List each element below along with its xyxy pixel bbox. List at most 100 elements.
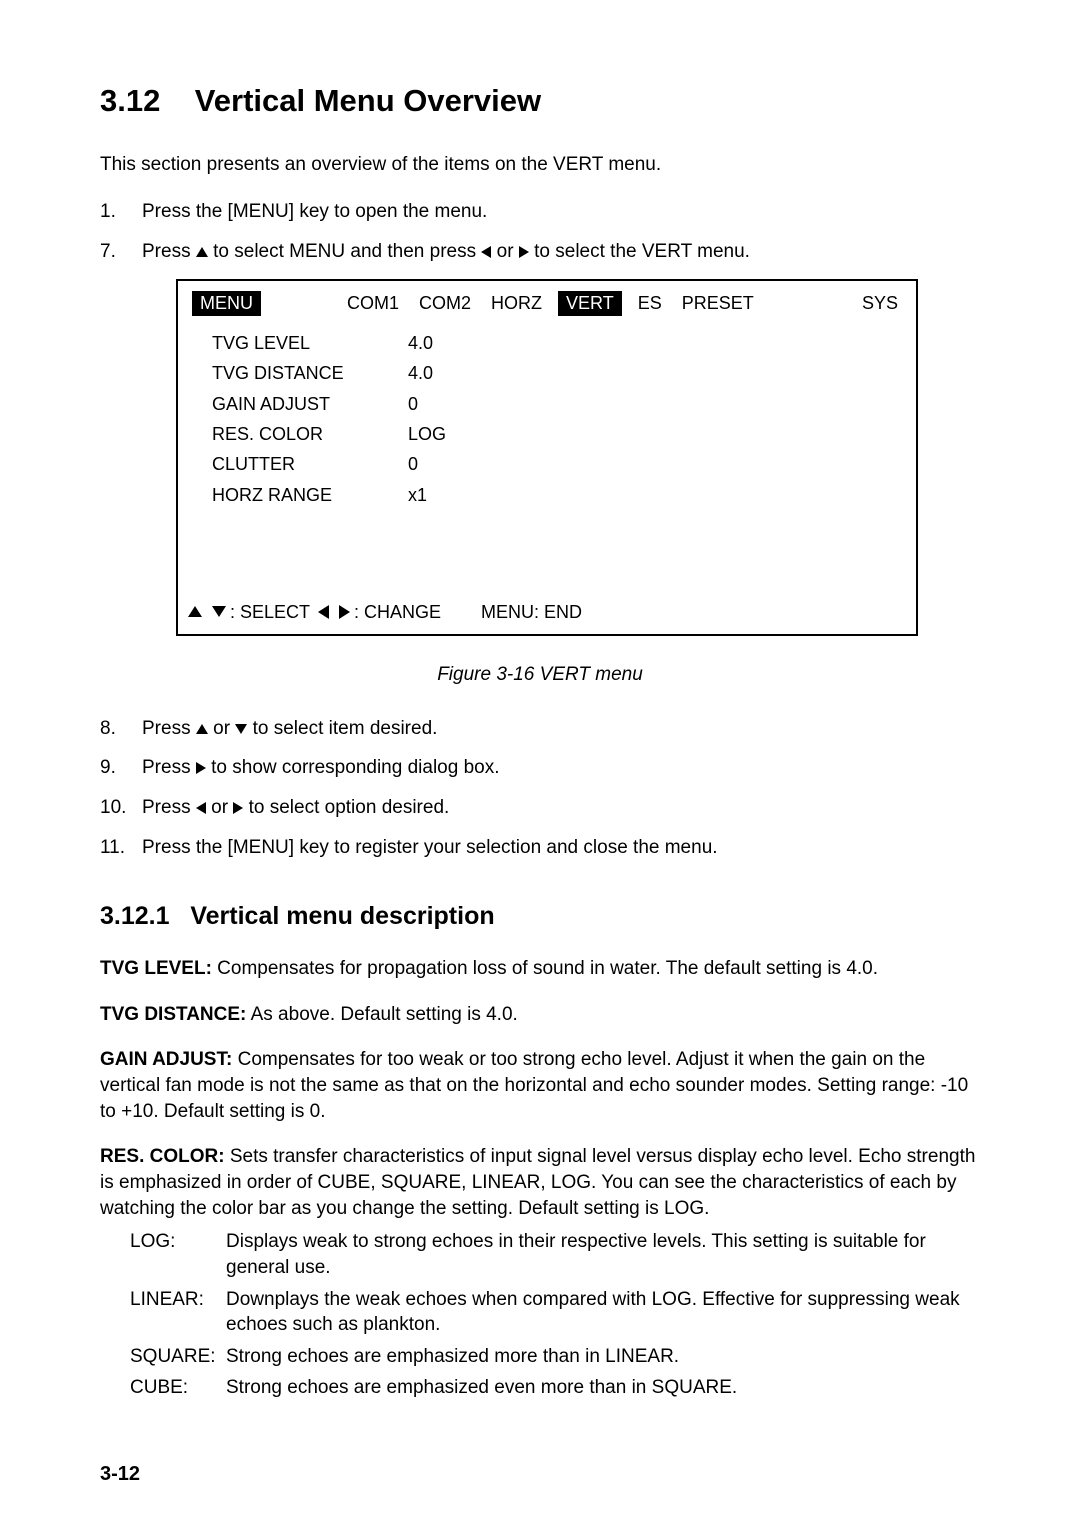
menu-item-label: TVG DISTANCE <box>192 361 408 385</box>
step-11: 11. Press the [MENU] key to register you… <box>100 835 980 861</box>
menu-footer: : SELECT : CHANGE MENU: END <box>178 594 916 634</box>
step-number: 8. <box>100 716 128 742</box>
def-term: RES. COLOR: <box>100 1146 225 1167</box>
step-7: 7. Press to select MENU and then press o… <box>100 239 980 265</box>
up-arrow-icon <box>196 724 208 734</box>
def-gain-adjust: GAIN ADJUST: Compensates for too weak or… <box>100 1047 980 1124</box>
steps-list-1: 1. Press the [MENU] key to open the menu… <box>100 199 980 264</box>
section-title: Vertical Menu Overview <box>195 83 541 118</box>
steps-list-2: 8. Press or to select item desired. 9. P… <box>100 716 980 861</box>
def-term: TVG LEVEL: <box>100 958 212 979</box>
menu-item-value: 4.0 <box>408 331 433 355</box>
step-number: 11. <box>100 835 128 861</box>
option-key: LOG: <box>130 1229 226 1280</box>
text-fragment: or <box>211 797 233 818</box>
def-text: As above. Default setting is 4.0. <box>246 1004 517 1025</box>
footer-change-label: : CHANGE <box>354 600 441 624</box>
subsection-title: Vertical menu description <box>190 902 494 930</box>
text-fragment: Press <box>142 241 196 262</box>
step-text: Press the [MENU] key to register your se… <box>142 835 980 861</box>
menu-item-value: LOG <box>408 422 446 446</box>
left-arrow-icon <box>481 246 491 258</box>
menu-tab-horz: HORZ <box>487 291 546 315</box>
down-arrow-icon <box>235 724 247 734</box>
menu-figure: MENU COM1 COM2 HORZ VERT ES PRESET SYS T… <box>176 279 918 636</box>
option-text: Displays weak to strong echoes in their … <box>226 1229 980 1280</box>
menu-item-tvg-distance: TVG DISTANCE 4.0 <box>192 358 902 388</box>
step-text: Press the [MENU] key to open the menu. <box>142 199 980 225</box>
option-key: LINEAR: <box>130 1287 226 1338</box>
step-1: 1. Press the [MENU] key to open the menu… <box>100 199 980 225</box>
def-res-color: RES. COLOR: Sets transfer characteristic… <box>100 1144 980 1221</box>
menu-tab-com2: COM2 <box>415 291 475 315</box>
menu-tab-vert: VERT <box>558 291 622 316</box>
figure-caption: Figure 3-16 VERT menu <box>100 662 980 688</box>
section-heading: 3.12 Vertical Menu Overview <box>100 80 980 122</box>
menu-tabs: MENU COM1 COM2 HORZ VERT ES PRESET SYS <box>178 281 916 322</box>
step-number: 9. <box>100 755 128 781</box>
menu-item-value: 0 <box>408 392 418 416</box>
down-arrow-icon <box>212 606 226 617</box>
text-fragment: Press <box>142 797 196 818</box>
menu-tab-menu: MENU <box>192 291 261 316</box>
menu-item-res-color: RES. COLOR LOG <box>192 419 902 449</box>
res-color-options: LOG: Displays weak to strong echoes in t… <box>130 1229 980 1401</box>
subsection-number: 3.12.1 <box>100 902 170 930</box>
res-color-square: SQUARE: Strong echoes are emphasized mor… <box>130 1344 980 1370</box>
up-arrow-icon <box>196 247 208 257</box>
menu-tab-com1: COM1 <box>343 291 403 315</box>
text-fragment: to select MENU and then press <box>213 241 481 262</box>
menu-tab-sys: SYS <box>858 291 902 315</box>
menu-item-label: RES. COLOR <box>192 422 408 446</box>
step-text: Press to select MENU and then press or t… <box>142 239 980 265</box>
menu-item-tvg-level: TVG LEVEL 4.0 <box>192 328 902 358</box>
subsection-heading: 3.12.1 Vertical menu description <box>100 900 980 934</box>
text-fragment: to show corresponding dialog box. <box>211 757 499 778</box>
text-fragment: to select the VERT menu. <box>534 241 750 262</box>
res-color-cube: CUBE: Strong echoes are emphasized even … <box>130 1375 980 1401</box>
definitions: TVG LEVEL: Compensates for propagation l… <box>100 956 980 1401</box>
text-fragment: or <box>213 718 235 739</box>
section-intro: This section presents an overview of the… <box>100 152 980 178</box>
menu-body: TVG LEVEL 4.0 TVG DISTANCE 4.0 GAIN ADJU… <box>178 322 916 594</box>
option-key: CUBE: <box>130 1375 226 1401</box>
footer-select-label: : SELECT <box>230 600 310 624</box>
footer-end-label: MENU: END <box>481 600 582 624</box>
def-term: GAIN ADJUST: <box>100 1049 232 1070</box>
option-text: Strong echoes are emphasized more than i… <box>226 1344 980 1370</box>
res-color-log: LOG: Displays weak to strong echoes in t… <box>130 1229 980 1280</box>
right-arrow-icon <box>196 762 206 774</box>
text-fragment: Press <box>142 757 196 778</box>
menu-empty-space <box>192 510 902 580</box>
menu-tab-es: ES <box>634 291 666 315</box>
option-key: SQUARE: <box>130 1344 226 1370</box>
right-arrow-icon <box>233 802 243 814</box>
option-text: Strong echoes are emphasized even more t… <box>226 1375 980 1401</box>
text-fragment: or <box>497 241 519 262</box>
menu-item-horz-range: HORZ RANGE x1 <box>192 480 902 510</box>
step-number: 10. <box>100 795 128 821</box>
menu-item-label: GAIN ADJUST <box>192 392 408 416</box>
def-tvg-level: TVG LEVEL: Compensates for propagation l… <box>100 956 980 982</box>
page-number: 3-12 <box>100 1461 140 1488</box>
left-arrow-icon <box>318 605 329 619</box>
def-text: Compensates for propagation loss of soun… <box>212 958 878 979</box>
text-fragment: to select option desired. <box>249 797 450 818</box>
menu-item-label: CLUTTER <box>192 452 408 476</box>
section-number: 3.12 <box>100 83 160 118</box>
def-term: TVG DISTANCE: <box>100 1004 246 1025</box>
def-tvg-distance: TVG DISTANCE: As above. Default setting … <box>100 1002 980 1028</box>
page: 3.12 Vertical Menu Overview This section… <box>0 0 1080 1528</box>
step-8: 8. Press or to select item desired. <box>100 716 980 742</box>
res-color-linear: LINEAR: Downplays the weak echoes when c… <box>130 1287 980 1338</box>
menu-item-value: 4.0 <box>408 361 433 385</box>
step-10: 10. Press or to select option desired. <box>100 795 980 821</box>
menu-panel: MENU COM1 COM2 HORZ VERT ES PRESET SYS T… <box>176 279 918 636</box>
step-number: 7. <box>100 239 128 265</box>
menu-item-gain-adjust: GAIN ADJUST 0 <box>192 389 902 419</box>
text-fragment: to select item desired. <box>253 718 438 739</box>
step-number: 1. <box>100 199 128 225</box>
option-text: Downplays the weak echoes when compared … <box>226 1287 980 1338</box>
menu-item-value: x1 <box>408 483 427 507</box>
step-text: Press or to select option desired. <box>142 795 980 821</box>
